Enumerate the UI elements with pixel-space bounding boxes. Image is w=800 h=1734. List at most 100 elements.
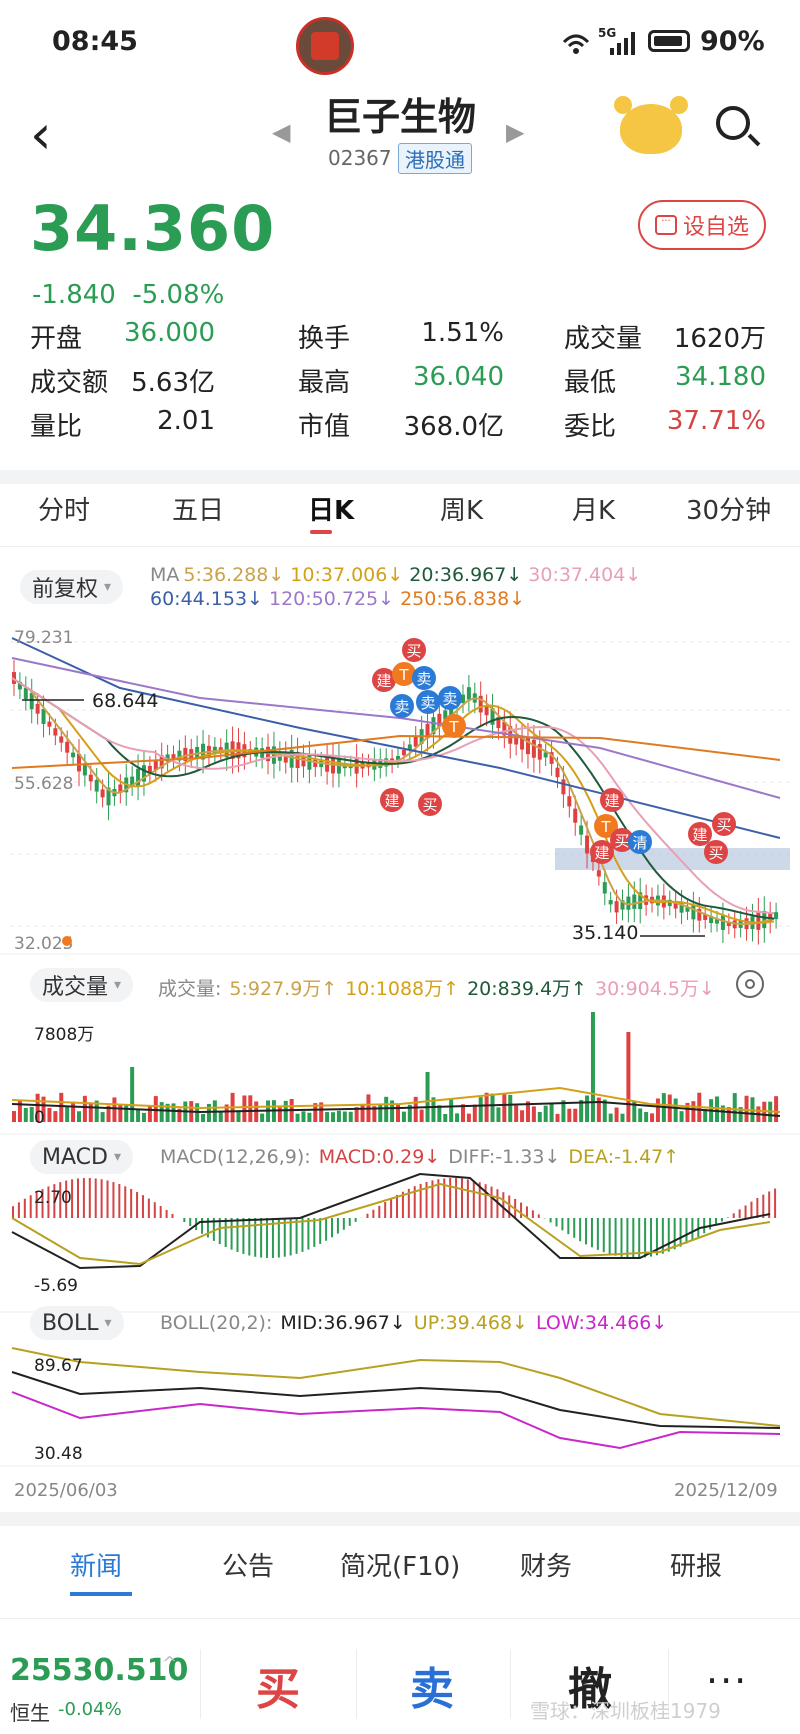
settings-gear-icon[interactable] [736, 970, 764, 998]
volume-bar [219, 1112, 223, 1122]
volume-bar [361, 1104, 365, 1122]
volume-bar [296, 1114, 300, 1122]
chevron-down-icon: ▾ [114, 977, 121, 993]
macd-bar [626, 1218, 628, 1258]
macd-bar [201, 1218, 203, 1234]
boll-selector[interactable]: BOLL ▾ [30, 1306, 124, 1340]
volume-bar [142, 1113, 146, 1122]
macd-bar [733, 1213, 735, 1218]
volume-bar [47, 1108, 51, 1122]
add-watchlist-button[interactable]: ··· 设自选 [638, 200, 766, 250]
macd-bar [160, 1206, 162, 1218]
volume-bar [284, 1101, 288, 1122]
ma-legend-row1: MA5:36.288↓10:37.006↓20:36.967↓30:37.404… [150, 564, 647, 586]
info-tab[interactable]: 简况(F10) [340, 1546, 460, 1583]
volume-bar [491, 1094, 495, 1122]
info-tab[interactable]: 财务 [520, 1546, 572, 1583]
volume-selector[interactable]: 成交量 ▾ [30, 968, 133, 1002]
signal-marker: T [392, 662, 416, 686]
signal-text: T [398, 666, 409, 684]
period-tab[interactable]: 分时 [38, 490, 90, 527]
macd-bar [349, 1218, 351, 1226]
signal-marker: 建 [380, 788, 404, 812]
adjust-selector[interactable]: 前复权 ▾ [20, 570, 123, 604]
candle-body [467, 687, 471, 699]
user-avatar[interactable] [296, 17, 354, 75]
index-percent: -0.04% [58, 1699, 122, 1720]
signal-text: T [600, 818, 611, 836]
macd-legend: MACD(12,26,9):MACD:0.29↓DIFF:-1.33↓DEA:-… [160, 1146, 687, 1168]
active-tab-underline [70, 1592, 132, 1596]
macd-bar [703, 1218, 705, 1233]
period-tab[interactable]: 月K [572, 490, 615, 527]
macd-bar [685, 1218, 687, 1244]
macd-bar [290, 1218, 292, 1255]
signal-text: 买 [708, 844, 723, 862]
info-tab[interactable]: 公告 [222, 1546, 274, 1583]
macd-bar [556, 1218, 558, 1226]
signal-marker: 买 [704, 840, 728, 864]
macd-bar [189, 1218, 191, 1226]
macd-selector[interactable]: MACD ▾ [30, 1140, 133, 1174]
macd-bar [579, 1218, 581, 1241]
macd-bar [296, 1218, 298, 1254]
stat-label: 最低 [564, 362, 616, 399]
macd-bar [662, 1218, 664, 1254]
change-value: -1.840 [32, 280, 116, 310]
volume-bar [154, 1096, 158, 1122]
candle-body [53, 728, 57, 735]
macd-bar [331, 1218, 333, 1237]
volume-bar [118, 1104, 122, 1122]
volume-bar [591, 1012, 595, 1122]
macd-bar [461, 1179, 463, 1218]
chevron-up-icon[interactable]: ^ [162, 1653, 177, 1674]
volume-bar [656, 1098, 660, 1122]
legend-item: DEA:-1.47↑ [568, 1146, 679, 1168]
chevron-down-icon: ▾ [114, 1149, 121, 1165]
adjust-label: 前复权 [32, 571, 98, 603]
volume-bar [585, 1095, 589, 1122]
boll-chip-label: BOLL [42, 1311, 99, 1336]
macd-bar [231, 1218, 233, 1250]
stat-label: 最高 [298, 362, 350, 399]
period-tab[interactable]: 日K [308, 490, 354, 527]
macd-bar [12, 1206, 14, 1218]
volume-bar [248, 1095, 252, 1122]
signal-text: 买 [422, 796, 437, 814]
signal-marker: 卖 [416, 690, 440, 714]
volume-bar [124, 1104, 128, 1122]
separator [356, 1649, 357, 1719]
kline-chart-area[interactable]: 买建T卖卖卖卖T建买建T买清建建买买 [0, 618, 800, 1618]
period-tab[interactable]: 五日 [172, 490, 224, 527]
macd-bar [745, 1205, 747, 1218]
volume-bar [71, 1102, 75, 1122]
search-icon[interactable] [716, 106, 750, 140]
macd-bar [390, 1198, 392, 1218]
volume-bar [331, 1112, 335, 1122]
period-tab[interactable]: 30分钟 [686, 490, 771, 527]
info-tab[interactable]: 研报 [670, 1546, 722, 1583]
price-axis-mid: 55.628 [14, 774, 73, 794]
boll-axis-top: 89.67 [34, 1356, 83, 1376]
stat-label: 换手 [298, 318, 350, 355]
boll-axis-bottom: 30.48 [34, 1444, 83, 1464]
price-axis-high: 79.231 [14, 628, 73, 648]
volume-bar [414, 1097, 418, 1122]
signal-marker: 卖 [390, 694, 414, 718]
sell-button[interactable]: 卖 [410, 1653, 454, 1717]
candle-body [89, 775, 93, 782]
legend-item: UP:39.468↓ [414, 1312, 528, 1334]
info-tab[interactable]: 新闻 [70, 1546, 122, 1583]
volume-bar [443, 1114, 447, 1122]
volume-bar [136, 1109, 140, 1122]
mascot-icon[interactable] [620, 104, 682, 154]
boll-legend: BOLL(20,2):MID:36.967↓UP:39.468↓LOW:34.4… [160, 1312, 675, 1334]
macd-bar [319, 1218, 321, 1244]
legend-item: 20:839.4万↑ [467, 978, 587, 1000]
macd-bar [615, 1218, 617, 1256]
volume-bar [514, 1106, 518, 1122]
volume-bar [89, 1102, 93, 1122]
volume-bar [455, 1113, 459, 1122]
buy-button[interactable]: 买 [256, 1653, 300, 1717]
period-tab[interactable]: 周K [440, 490, 483, 527]
